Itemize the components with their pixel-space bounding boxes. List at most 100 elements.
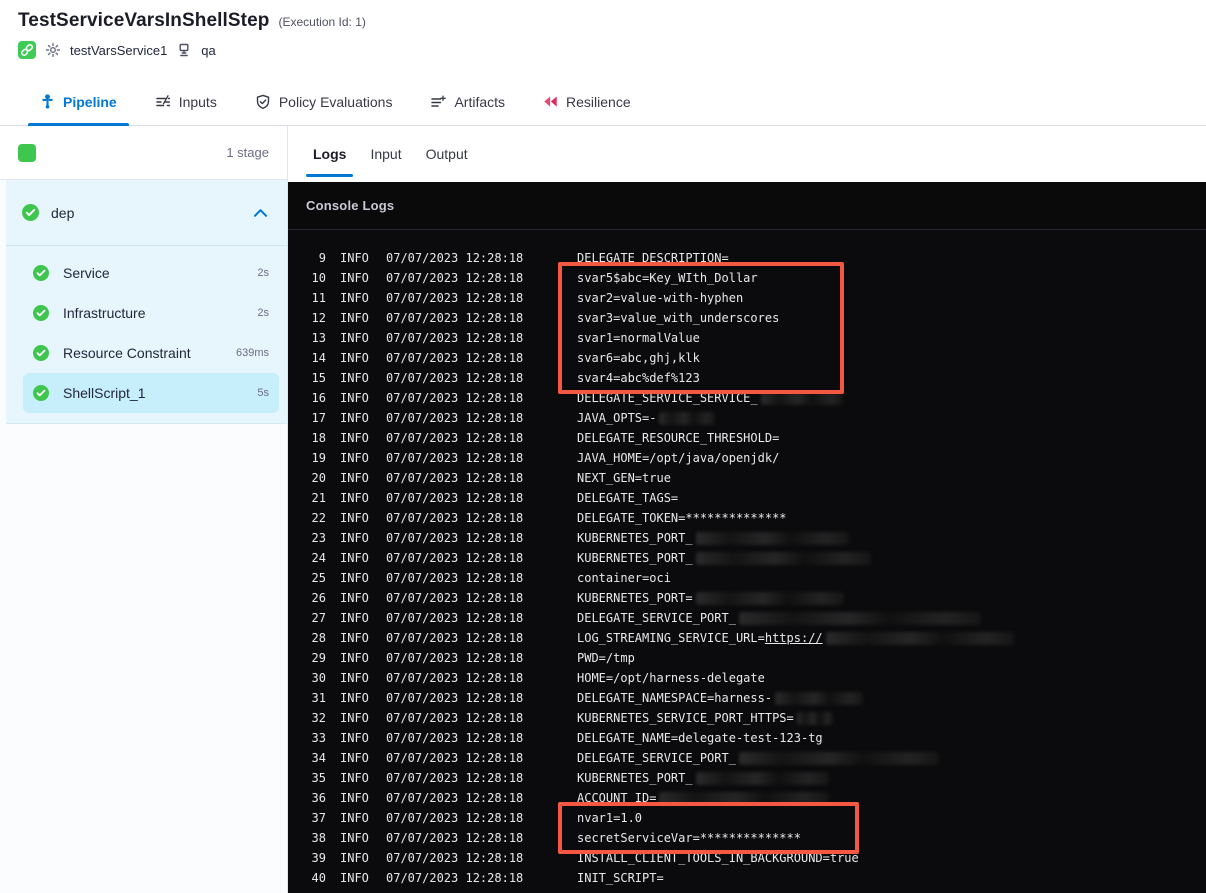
log-text: PWD=/tmp: [577, 651, 635, 665]
environment-name[interactable]: qa: [201, 43, 215, 58]
log-line: 30 INFO 07/07/2023 12:28:18 HOME=/opt/harne…: [288, 668, 1206, 688]
tab-input[interactable]: Input: [370, 129, 401, 179]
log-timestamp: 07/07/2023 12:28:18: [386, 271, 524, 285]
artifacts-icon: [430, 94, 447, 110]
tab-inputs[interactable]: Inputs: [143, 78, 229, 125]
log-line: 26 INFO 07/07/2023 12:28:18 KUBERNETES_PORT…: [288, 588, 1206, 608]
log-level: INFO: [340, 771, 369, 785]
stage-group-dep: dep Service 2s Infrastructure 2s Resourc…: [6, 180, 287, 424]
log-text: svar1=normalValue: [577, 331, 700, 345]
tab-label: Artifacts: [454, 93, 506, 110]
log-line-number: 40: [311, 871, 326, 885]
log-line-number: 18: [311, 431, 326, 445]
log-line: 35 INFO 07/07/2023 12:28:18 KUBERNETES_PORT…: [288, 768, 1206, 788]
redacted-text: [760, 391, 843, 405]
log-text: DELEGATE_NAME=delegate-test-123-tg: [577, 731, 823, 745]
step-list-item[interactable]: Infrastructure 2s: [23, 293, 279, 333]
log-message: DELEGATE_TAGS=: [577, 488, 678, 508]
log-line-number: 36: [311, 791, 326, 805]
log-line: 33 INFO 07/07/2023 12:28:18 DELEGATE_NAME=d…: [288, 728, 1206, 748]
log-text: svar6=abc,ghj,klk: [577, 351, 700, 365]
log-message: svar3=value_with_underscores: [577, 308, 779, 328]
step-duration: 2s: [257, 267, 269, 279]
tab-artifacts[interactable]: Artifacts: [418, 78, 517, 125]
log-line: 27 INFO 07/07/2023 12:28:18 DELEGATE_SERVIC…: [288, 608, 1206, 628]
log-line-number: 26: [311, 591, 326, 605]
log-link[interactable]: https://: [765, 628, 823, 648]
step-list-item[interactable]: Service 2s: [23, 253, 279, 293]
log-text: DELEGATE_DESCRIPTION=: [577, 251, 729, 265]
tab-resilience[interactable]: Resilience: [531, 78, 643, 125]
log-message: PWD=/tmp: [577, 648, 635, 668]
step-duration: 2s: [257, 307, 269, 319]
log-text: secretServiceVar=**************: [577, 831, 801, 845]
log-line-number: 25: [311, 571, 326, 585]
policy-evaluations-icon: [255, 94, 271, 110]
log-message: JAVA_OPTS=-: [577, 408, 716, 428]
step-duration: 5s: [257, 387, 269, 399]
chevron-up-icon[interactable]: [254, 208, 267, 217]
log-message: DELEGATE_NAMESPACE=harness-: [577, 688, 864, 708]
log-line-number: 30: [311, 671, 326, 685]
log-line: 29 INFO 07/07/2023 12:28:18 PWD=/tmp: [288, 648, 1206, 668]
stage-status-square[interactable]: [18, 143, 36, 162]
redacted-text: [695, 551, 871, 565]
log-text: INIT_SCRIPT=: [577, 871, 664, 885]
log-level: INFO: [340, 751, 369, 765]
tab-pipeline[interactable]: Pipeline: [28, 78, 129, 126]
log-line: 21 INFO 07/07/2023 12:28:18 DELEGATE_TAGS=: [288, 488, 1206, 508]
service-name[interactable]: testVarsService1: [70, 43, 167, 58]
step-name: Resource Constraint: [63, 345, 191, 361]
log-line-number: 21: [311, 491, 326, 505]
log-timestamp: 07/07/2023 12:28:18: [386, 791, 524, 805]
redacted-text: [825, 631, 1014, 645]
log-line: 39 INFO 07/07/2023 12:28:18 INSTALL_CLIENT_…: [288, 848, 1206, 868]
log-level: INFO: [340, 651, 369, 665]
stage-header: 1 stage: [0, 126, 287, 180]
log-message: DELEGATE_SERVICE_PORT_: [577, 608, 981, 628]
log-message: INIT_SCRIPT=: [577, 868, 664, 888]
log-text: KUBERNETES_PORT_: [577, 771, 693, 785]
log-message: KUBERNETES_PORT_: [577, 548, 871, 568]
log-line: 37 INFO 07/07/2023 12:28:18 nvar1=1.0: [288, 808, 1206, 828]
log-line: 9 INFO 07/07/2023 12:28:18 DELEGATE_DESCRIP…: [288, 248, 1206, 268]
resilience-icon: [543, 94, 558, 109]
gear-icon[interactable]: [45, 42, 61, 58]
tab-label: Pipeline: [63, 93, 117, 110]
log-line-number: 38: [311, 831, 326, 845]
log-line-number: 9: [318, 251, 326, 265]
log-level: INFO: [340, 511, 369, 525]
log-text: LOG_STREAMING_SERVICE_URL=: [577, 631, 765, 645]
log-message: INSTALL_CLIENT_TOOLS_IN_BACKGROUND=true: [577, 848, 859, 868]
check-circle-icon: [33, 385, 49, 401]
log-message: DELEGATE_RESOURCE_THRESHOLD=: [577, 428, 779, 448]
log-timestamp: 07/07/2023 12:28:18: [386, 831, 524, 845]
log-level: INFO: [340, 331, 369, 345]
tab-output[interactable]: Output: [426, 129, 468, 179]
log-timestamp: 07/07/2023 12:28:18: [386, 731, 524, 745]
log-text: KUBERNETES_SERVICE_PORT_HTTPS=: [577, 711, 794, 725]
step-list-item[interactable]: ShellScript_1 5s: [23, 373, 279, 413]
log-line: 22 INFO 07/07/2023 12:28:18 DELEGATE_TOKEN=…: [288, 508, 1206, 528]
log-line-number: 35: [311, 771, 326, 785]
stage-group-label: dep: [51, 204, 75, 221]
log-line: 11 INFO 07/07/2023 12:28:18 svar2=value-wit…: [288, 288, 1206, 308]
log-level: INFO: [340, 491, 369, 505]
step-list-item[interactable]: Resource Constraint 639ms: [23, 333, 279, 373]
log-timestamp: 07/07/2023 12:28:18: [386, 711, 524, 725]
log-line: 34 INFO 07/07/2023 12:28:18 DELEGATE_SERVIC…: [288, 748, 1206, 768]
log-line-number: 10: [311, 271, 326, 285]
log-text: KUBERNETES_PORT_: [577, 551, 693, 565]
tab-policy-evaluations[interactable]: Policy Evaluations: [243, 78, 405, 125]
tab-label: Inputs: [178, 93, 217, 110]
log-text: KUBERNETES_PORT=: [577, 591, 693, 605]
log-text: svar3=value_with_underscores: [577, 311, 780, 325]
stage-group-header[interactable]: dep: [6, 180, 287, 246]
log-message: svar2=value-with-hyphen: [577, 288, 743, 308]
log-message: JAVA_HOME=/opt/java/openjdk/: [577, 448, 779, 468]
execution-page: TestServiceVarsInShellStep (Execution Id…: [0, 0, 1206, 893]
tab-logs[interactable]: Logs: [305, 129, 355, 179]
log-line: 10 INFO 07/07/2023 12:28:18 svar5$abc=Key_W…: [288, 268, 1206, 288]
page-title: TestServiceVarsInShellStep: [18, 10, 270, 31]
cd-module-icon: [18, 41, 36, 59]
